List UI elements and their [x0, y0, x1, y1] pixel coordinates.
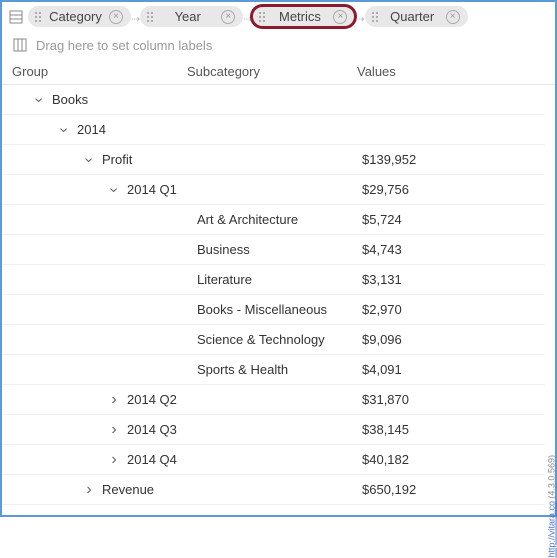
group-label: Profit	[102, 152, 132, 167]
group-cell: Revenue	[12, 482, 197, 498]
group-row: 2014 Q3 $38,145	[2, 415, 545, 445]
value-cell: $29,756	[362, 182, 535, 197]
grid-header: Group Subcategory Values	[2, 59, 555, 85]
group-row: 2014 Q4 $40,182	[2, 445, 545, 475]
value-cell: $4,091	[362, 362, 535, 377]
value-cell: $2,970	[362, 302, 535, 317]
value-cell: $40,182	[362, 452, 535, 467]
value-cell: $31,870	[362, 392, 535, 407]
header-subcategory: Subcategory	[187, 64, 357, 79]
group-label: Books	[52, 92, 88, 107]
value-cell: $5,724	[362, 212, 535, 227]
group-cell: Books	[12, 92, 362, 108]
grand-totals-row: Grand Totals	[2, 505, 545, 515]
pill-label: Category	[48, 9, 103, 24]
field-pill-category[interactable]: Category ×	[28, 6, 131, 27]
chevron-down-icon[interactable]	[107, 182, 121, 198]
subcategory-cell: Books - Miscellaneous	[197, 302, 362, 317]
close-icon[interactable]: ×	[221, 10, 235, 24]
grip-icon[interactable]	[258, 11, 266, 23]
group-label: Revenue	[102, 482, 154, 497]
group-label: 2014 Q4	[127, 452, 177, 467]
group-cell: 2014	[12, 122, 362, 138]
subcategory-cell: Literature	[197, 272, 362, 287]
watermark-link[interactable]: http://vitara.co	[547, 501, 557, 558]
table-row: Literature$3,131	[2, 265, 545, 295]
value-cell: $9,096	[362, 332, 535, 347]
pivot-container: Category × ⇢ Year × ⇢ Metrics × ⇢ Quarter × Drag h…	[0, 0, 557, 517]
close-icon[interactable]: ×	[446, 10, 460, 24]
group-row: Profit $139,952	[2, 145, 545, 175]
subcategory-cell: Art & Architecture	[197, 212, 362, 227]
header-values: Values	[357, 64, 545, 79]
arrow-separator-icon: ⇢	[243, 14, 252, 26]
group-label: 2014 Q3	[127, 422, 177, 437]
close-icon[interactable]: ×	[109, 10, 123, 24]
arrow-separator-icon: ⇢	[355, 14, 364, 26]
pill-label: Quarter	[385, 9, 440, 24]
pill-label: Metrics	[272, 9, 327, 24]
group-label: 2014 Q1	[127, 182, 177, 197]
group-cell: 2014 Q4	[12, 452, 197, 468]
value-cell: $3,131	[362, 272, 535, 287]
group-label: 2014 Q2	[127, 392, 177, 407]
table-row: Science & Technology$9,096	[2, 325, 545, 355]
row-fields-bar: Category × ⇢ Year × ⇢ Metrics × ⇢ Quarter ×	[2, 2, 555, 31]
grip-icon[interactable]	[146, 11, 154, 23]
group-cell: 2014 Q2	[12, 392, 197, 408]
grid-body[interactable]: Books2014Profit$139,9522014 Q1$29,756Art…	[2, 85, 555, 515]
table-row: Business$4,743	[2, 235, 545, 265]
field-pill-quarter[interactable]: Quarter ×	[365, 6, 468, 27]
column-fields-bar[interactable]: Drag here to set column labels	[2, 31, 555, 59]
header-group: Group	[12, 64, 187, 79]
chevron-right-icon[interactable]	[107, 392, 121, 408]
table-row: Sports & Health$4,091	[2, 355, 545, 385]
column-placeholder: Drag here to set column labels	[36, 38, 212, 53]
group-cell: 2014 Q1	[12, 182, 197, 198]
grip-icon[interactable]	[34, 11, 42, 23]
arrow-separator-icon: ⇢	[131, 14, 140, 26]
chevron-right-icon[interactable]	[107, 452, 121, 468]
value-cell: $4,743	[362, 242, 535, 257]
table-row: Art & Architecture$5,724	[2, 205, 545, 235]
subcategory-cell: Science & Technology	[197, 332, 362, 347]
close-icon[interactable]: ×	[333, 10, 347, 24]
value-cell: $38,145	[362, 422, 535, 437]
value-cell: $139,952	[362, 152, 535, 167]
value-cell: $650,192	[362, 482, 535, 497]
chevron-down-icon[interactable]	[82, 152, 96, 168]
watermark: http://vitara.co (4.3.0.569)	[547, 455, 557, 558]
group-row: 2014 Q1 $29,756	[2, 175, 545, 205]
chevron-down-icon[interactable]	[57, 122, 71, 138]
group-cell: 2014 Q3	[12, 422, 197, 438]
pill-label: Year	[160, 9, 215, 24]
grand-totals-label: Grand Totals	[42, 513, 115, 515]
chevron-right-icon[interactable]	[107, 422, 121, 438]
group-row: Revenue $650,192	[2, 475, 545, 505]
columns-icon	[12, 37, 28, 53]
subcategory-cell: Sports & Health	[197, 362, 362, 377]
watermark-version: (4.3.0.569)	[547, 455, 557, 499]
table-row: Books - Miscellaneous$2,970	[2, 295, 545, 325]
field-pill-metrics[interactable]: Metrics ×	[252, 6, 355, 27]
field-pill-year[interactable]: Year ×	[140, 6, 243, 27]
group-label: 2014	[77, 122, 106, 137]
chevron-right-icon[interactable]	[82, 482, 96, 498]
chevron-down-icon[interactable]	[32, 92, 46, 108]
grip-icon[interactable]	[371, 11, 379, 23]
subcategory-cell: Business	[197, 242, 362, 257]
group-cell: Profit	[12, 152, 197, 168]
group-row: Books	[2, 85, 545, 115]
rows-icon	[8, 9, 24, 25]
group-row: 2014 Q2 $31,870	[2, 385, 545, 415]
group-row: 2014	[2, 115, 545, 145]
